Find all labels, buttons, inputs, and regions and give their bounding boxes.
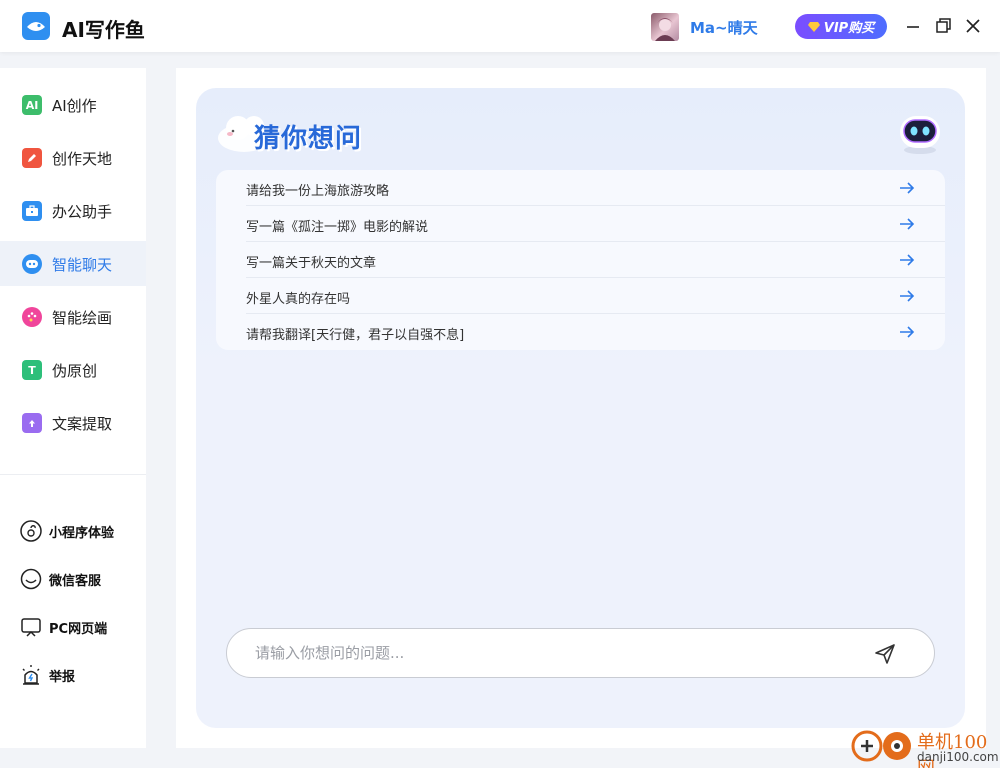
suggestion-item[interactable]: 写一篇《孤注一掷》电影的解说 (216, 206, 945, 242)
sidebar-item-label: 智能绘画 (52, 309, 113, 327)
send-icon[interactable] (873, 642, 897, 666)
watermark-logo-icon (851, 730, 911, 762)
chat-bot-icon (22, 254, 42, 274)
arrow-right-icon (900, 254, 915, 266)
monitor-icon (21, 618, 41, 637)
util-label: PC网页端 (49, 622, 108, 637)
mini-program-icon (20, 520, 42, 542)
arrow-right-icon (900, 326, 915, 338)
briefcase-icon (22, 201, 42, 221)
sidebar-item-creation-world[interactable]: 创作天地 (0, 135, 146, 180)
sidebar-item-label: 文案提取 (52, 415, 113, 433)
suggestion-item[interactable]: 请给我一份上海旅游攻略 (216, 170, 945, 206)
sidebar-item-label: 办公助手 (52, 203, 113, 221)
suggestion-item[interactable]: 写一篇关于秋天的文章 (216, 242, 945, 278)
arrow-right-icon (900, 218, 915, 230)
util-label: 小程序体验 (49, 526, 115, 541)
sidebar-item-office-assistant[interactable]: 办公助手 (0, 188, 146, 233)
sidebar-item-copy-extraction[interactable]: 文案提取 (0, 400, 146, 445)
sidebar-item-pseudo-original[interactable]: T 伪原创 (0, 347, 146, 392)
sidebar-util-mini-program[interactable]: 小程序体验 (0, 516, 146, 546)
sidebar-item-label: AI创作 (52, 97, 97, 115)
util-label: 微信客服 (49, 574, 102, 589)
vip-label: VIP购买 (823, 21, 875, 36)
alarm-icon (22, 665, 40, 685)
sidebar-item-label: 伪原创 (52, 362, 98, 380)
arrow-right-icon (900, 290, 915, 302)
suggestion-text: 写一篇关于秋天的文章 (246, 256, 377, 271)
sidebar-util-pc-web[interactable]: PC网页端 (0, 612, 146, 642)
guess-title: 猜你想问 (254, 124, 363, 154)
sidebar-item-ai-creation[interactable]: AI AI创作 (0, 82, 146, 127)
minimize-icon[interactable] (903, 16, 923, 36)
suggestion-text: 请帮我翻译[天行健，君子以自强不息] (246, 328, 465, 343)
pencil-icon (22, 148, 42, 168)
sidebar-item-smart-chat[interactable]: 智能聊天 (0, 241, 146, 286)
sidebar-divider (0, 474, 146, 475)
app-logo-icon (22, 12, 50, 40)
customer-service-icon (20, 568, 42, 590)
avatar[interactable] (651, 13, 679, 41)
suggestion-text: 写一篇《孤注一掷》电影的解说 (246, 220, 429, 235)
suggestion-list: 请给我一份上海旅游攻略 写一篇《孤注一掷》电影的解说 写一篇关于秋天的文章 外星… (216, 170, 945, 350)
folder-upload-icon (22, 413, 42, 433)
restore-icon[interactable] (933, 16, 953, 36)
robot-avatar-icon (900, 116, 940, 154)
suggestion-text: 外星人真的存在吗 (246, 292, 351, 307)
sidebar-util-report[interactable]: 举报 (0, 660, 146, 690)
diamond-icon (807, 21, 820, 32)
suggestion-item[interactable]: 请帮我翻译[天行健，君子以自强不息] (216, 314, 945, 350)
sidebar-item-smart-painting[interactable]: 智能绘画 (0, 294, 146, 339)
text-t-icon: T (22, 360, 42, 380)
username[interactable]: Ma~晴天 (690, 17, 758, 38)
palette-icon (22, 307, 42, 327)
suggestion-text: 请给我一份上海旅游攻略 (246, 184, 390, 199)
ai-document-icon: AI (22, 95, 42, 115)
chat-input-box (226, 628, 935, 678)
sidebar-item-label: 智能聊天 (52, 256, 113, 274)
vip-purchase-button[interactable]: VIP购买 (795, 14, 887, 39)
util-label: 举报 (49, 670, 76, 685)
main-content: 猜你想问 请给我一份上海旅游攻略 写一篇《孤注一掷》电影的解说 写一篇关于秋天的… (176, 68, 986, 748)
sidebar-util-wechat-service[interactable]: 微信客服 (0, 564, 146, 594)
title-bar: AI写作鱼 Ma~晴天 VIP购买 (0, 0, 1000, 52)
close-icon[interactable] (963, 16, 983, 36)
suggestion-item[interactable]: 外星人真的存在吗 (216, 278, 945, 314)
sidebar-item-label: 创作天地 (52, 150, 113, 168)
chat-panel: 猜你想问 请给我一份上海旅游攻略 写一篇《孤注一掷》电影的解说 写一篇关于秋天的… (196, 88, 965, 728)
arrow-right-icon (900, 182, 915, 194)
sidebar: AI AI创作 创作天地 办公助手 智能聊天 智能绘画 T 伪原创 文案提取 小… (0, 68, 146, 748)
chat-input[interactable] (255, 641, 815, 665)
app-title: AI写作鱼 (62, 18, 145, 42)
watermark-url: danji100.com (917, 750, 999, 764)
